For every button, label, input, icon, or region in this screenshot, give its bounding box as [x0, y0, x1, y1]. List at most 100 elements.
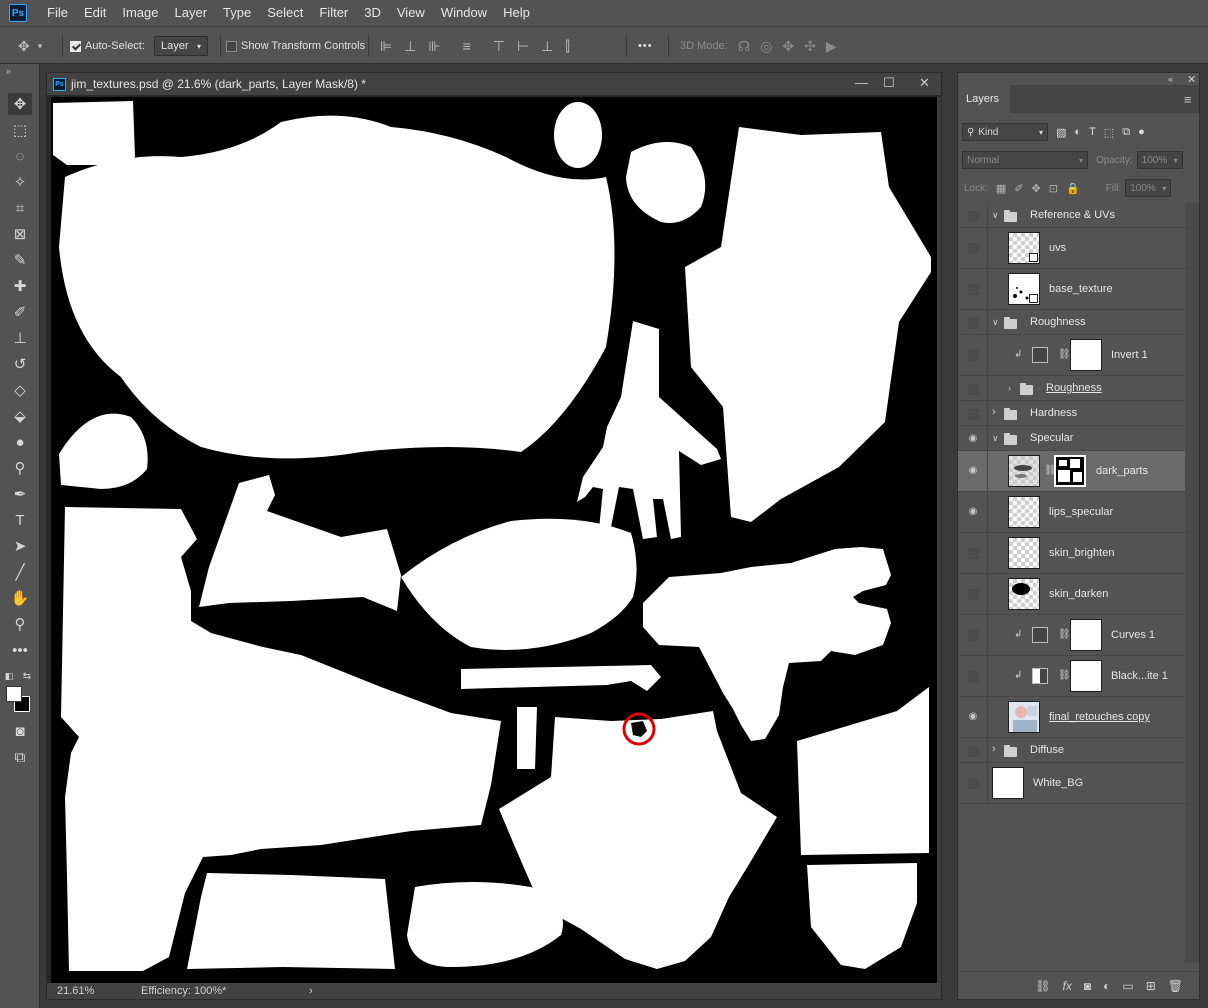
- eraser-tool-icon[interactable]: ◇: [8, 379, 32, 401]
- eye-icon[interactable]: ◉: [967, 465, 979, 477]
- swap-colors-icon[interactable]: ⇆: [20, 665, 34, 687]
- eye-icon[interactable]: ◉: [967, 711, 979, 723]
- path-selection-tool-icon[interactable]: ➤: [8, 535, 32, 557]
- document-tab[interactable]: Ps jim_textures.psd @ 21.6% (dark_parts,…: [47, 73, 941, 95]
- layer-group-hardness[interactable]: › Hardness: [958, 401, 1185, 426]
- filter-kind-dropdown[interactable]: ⚲ Kind ▾: [962, 123, 1048, 141]
- move-tool-preset[interactable]: ✥ ▾: [18, 27, 42, 65]
- layer-group-roughness-nested[interactable]: › Roughness: [958, 376, 1185, 401]
- fill-field[interactable]: 100% ▾: [1125, 179, 1172, 197]
- menu-window[interactable]: Window: [433, 0, 495, 26]
- chevron-down-icon[interactable]: ∨: [992, 317, 999, 328]
- layer-group-specular[interactable]: ◉ ∨ Specular: [958, 426, 1185, 451]
- transform-controls-checkbox[interactable]: Show Transform Controls: [226, 27, 365, 65]
- close-icon[interactable]: ✕: [919, 75, 930, 91]
- line-tool-icon[interactable]: ╱: [8, 561, 32, 583]
- layer-group-roughness[interactable]: ∨ Roughness: [958, 310, 1185, 335]
- frame-tool-icon[interactable]: ⊠: [8, 223, 32, 245]
- visibility-toggle[interactable]: [967, 588, 979, 600]
- fx-icon[interactable]: fx: [1063, 979, 1072, 993]
- filter-toggle-icon[interactable]: ●: [1138, 126, 1145, 138]
- chevron-right-icon[interactable]: ›: [992, 743, 996, 755]
- maximize-icon[interactable]: ☐: [883, 75, 895, 91]
- visibility-toggle[interactable]: [967, 349, 979, 361]
- menu-type[interactable]: Type: [215, 0, 259, 26]
- visibility-toggle[interactable]: [967, 242, 979, 254]
- shape-filter-icon[interactable]: ⬚: [1104, 126, 1114, 139]
- lock-transparent-icon[interactable]: ▦: [996, 182, 1006, 195]
- menu-filter[interactable]: Filter: [311, 0, 356, 26]
- panel-menu-icon[interactable]: ≡: [1184, 92, 1192, 107]
- auto-select-checkbox[interactable]: Auto-Select:: [70, 27, 145, 65]
- link-icon[interactable]: ⛓: [1058, 670, 1071, 681]
- new-layer-icon[interactable]: ⊞: [1146, 979, 1156, 993]
- add-mask-icon[interactable]: ◙: [1084, 979, 1091, 993]
- visibility-toggle[interactable]: [967, 745, 979, 757]
- layer-thumbnail[interactable]: [1008, 455, 1040, 487]
- lock-artboard-icon[interactable]: ⊡: [1049, 182, 1058, 195]
- layer-white-bg[interactable]: White_BG: [958, 763, 1185, 804]
- transform-controls-check[interactable]: [226, 40, 237, 52]
- brush-tool-icon[interactable]: ✐: [8, 301, 32, 323]
- link-layers-icon[interactable]: ⛓: [1035, 979, 1050, 993]
- menu-select[interactable]: Select: [259, 0, 311, 26]
- mask-thumbnail[interactable]: [1070, 619, 1102, 651]
- mask-thumbnail[interactable]: [1070, 660, 1102, 692]
- layer-uvs[interactable]: uvs: [958, 228, 1185, 269]
- visibility-toggle[interactable]: [967, 283, 979, 295]
- magic-wand-tool-icon[interactable]: ✧: [8, 171, 32, 193]
- canvas[interactable]: [51, 97, 937, 983]
- chevron-right-icon[interactable]: ›: [1008, 383, 1011, 393]
- chevron-down-icon[interactable]: ∨: [992, 433, 999, 444]
- more-options-button[interactable]: •••: [638, 40, 653, 52]
- layer-skin-brighten[interactable]: skin_brighten: [958, 533, 1185, 574]
- menu-view[interactable]: View: [389, 0, 433, 26]
- layer-group-reference-uvs[interactable]: ∨ Reference & UVs: [958, 203, 1185, 228]
- orbit-3d-icon[interactable]: ☊: [738, 38, 750, 55]
- foreground-color-swatch[interactable]: [6, 686, 22, 702]
- visibility-toggle[interactable]: [967, 210, 979, 222]
- blend-mode-dropdown[interactable]: Normal ▾: [962, 151, 1088, 169]
- lock-pixels-icon[interactable]: ✐: [1014, 182, 1023, 195]
- lock-position-icon[interactable]: ✥: [1032, 182, 1041, 195]
- layer-black-white-1[interactable]: ↲ ⛓ Black...ite 1: [958, 656, 1185, 697]
- visibility-toggle[interactable]: [967, 383, 979, 395]
- eye-icon[interactable]: ◉: [967, 506, 979, 518]
- visibility-toggle[interactable]: [967, 547, 979, 559]
- align-middle-icon[interactable]: ⊢: [517, 38, 529, 55]
- blur-tool-icon[interactable]: ●: [8, 431, 32, 453]
- adjustment-layer-icon[interactable]: ◐: [1103, 979, 1110, 993]
- type-filter-icon[interactable]: T: [1089, 126, 1096, 138]
- chevron-down-icon[interactable]: ∨: [992, 210, 999, 221]
- healing-brush-tool-icon[interactable]: ✚: [8, 275, 32, 297]
- type-tool-icon[interactable]: T: [8, 509, 32, 531]
- layer-skin-darken[interactable]: skin_darken: [958, 574, 1185, 615]
- menu-layer[interactable]: Layer: [167, 0, 216, 26]
- auto-select-check[interactable]: [70, 40, 81, 52]
- visibility-toggle[interactable]: [967, 629, 979, 641]
- menu-edit[interactable]: Edit: [76, 0, 114, 26]
- move-tool-icon[interactable]: ✥: [8, 93, 32, 115]
- zoom-level[interactable]: 21.61%: [47, 985, 99, 997]
- zoom-tool-icon[interactable]: ⚲: [8, 613, 32, 635]
- visibility-toggle[interactable]: [967, 670, 979, 682]
- quick-mask-icon[interactable]: ◙: [8, 720, 32, 742]
- layers-scrollbar[interactable]: [1185, 203, 1199, 963]
- layer-curves-1[interactable]: ↲ ⛓ Curves 1: [958, 615, 1185, 656]
- mask-thumbnail[interactable]: [1070, 339, 1102, 371]
- visibility-toggle[interactable]: [967, 777, 979, 789]
- link-icon[interactable]: ⛓: [1058, 349, 1071, 360]
- visibility-toggle[interactable]: [967, 408, 979, 420]
- visibility-toggle[interactable]: [967, 317, 979, 329]
- adjustment-filter-icon[interactable]: ◐: [1074, 126, 1081, 138]
- default-colors-icon[interactable]: ◧: [2, 665, 16, 687]
- trash-icon[interactable]: 🗑: [1168, 979, 1183, 993]
- layer-base-texture[interactable]: base_texture: [958, 269, 1185, 310]
- eye-icon[interactable]: ◉: [967, 433, 979, 445]
- image-filter-icon[interactable]: ▨: [1056, 126, 1066, 139]
- chevron-right-icon[interactable]: ›: [992, 406, 996, 418]
- pen-tool-icon[interactable]: ✒: [8, 483, 32, 505]
- align-top-icon[interactable]: ⊤: [493, 38, 505, 55]
- collapse-icon[interactable]: »: [6, 66, 11, 76]
- slide-3d-icon[interactable]: ✣: [804, 38, 816, 55]
